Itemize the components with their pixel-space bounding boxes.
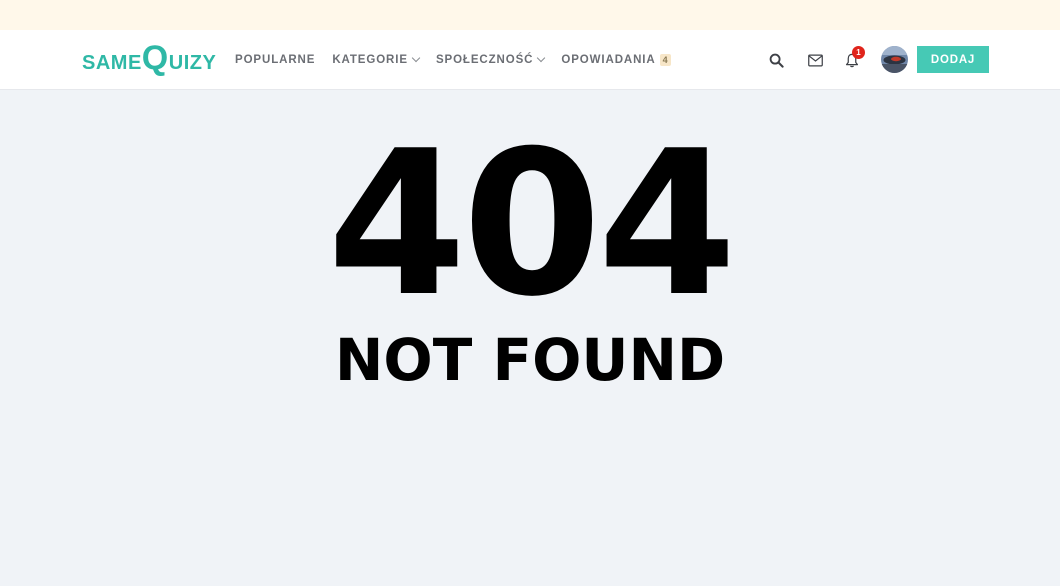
- opowiadania-count-badge: 4: [659, 53, 671, 66]
- error-message: NOT FOUND: [334, 326, 726, 394]
- error-code: 404: [327, 108, 736, 341]
- main-menu: POPULARNE KATEGORIE SPOŁECZNOŚĆ OPOWIADA…: [235, 30, 688, 89]
- top-strip: [0, 0, 1060, 30]
- nav-spolecznosc[interactable]: SPOŁECZNOŚĆ: [435, 53, 546, 66]
- nav-popularne-label: POPULARNE: [235, 53, 316, 66]
- nav-opowiadania-label: OPOWIADANIA: [561, 53, 656, 66]
- logo-text-same: same: [82, 52, 142, 74]
- nav-kategorie-label: KATEGORIE: [332, 53, 408, 66]
- main-navbar: same Q uizy POPULARNE KATEGORIE SPOŁECZN…: [0, 30, 1060, 90]
- chevron-down-icon: [411, 53, 421, 62]
- nav-popularne[interactable]: POPULARNE: [235, 54, 315, 66]
- nav-spolecznosc-label: SPOŁECZNOŚĆ: [435, 53, 534, 66]
- nav-opowiadania[interactable]: OPOWIADANIA 4: [561, 53, 671, 66]
- chevron-down-icon: [537, 53, 546, 62]
- user-avatar[interactable]: [881, 46, 908, 73]
- add-button[interactable]: DODAJ: [917, 46, 989, 73]
- search-button[interactable]: [767, 51, 785, 69]
- logo-text-uizy: uizy: [168, 52, 217, 74]
- logo-text-q: Q: [141, 39, 169, 77]
- notification-count-badge: 1: [852, 46, 865, 59]
- search-icon: [769, 53, 784, 68]
- nav-kategorie[interactable]: KATEGORIE: [332, 53, 421, 66]
- samequizy-logo[interactable]: same Q uizy: [82, 39, 217, 77]
- messages-button[interactable]: [806, 51, 824, 69]
- avatar-image: [881, 46, 908, 73]
- mail-icon: [807, 54, 823, 66]
